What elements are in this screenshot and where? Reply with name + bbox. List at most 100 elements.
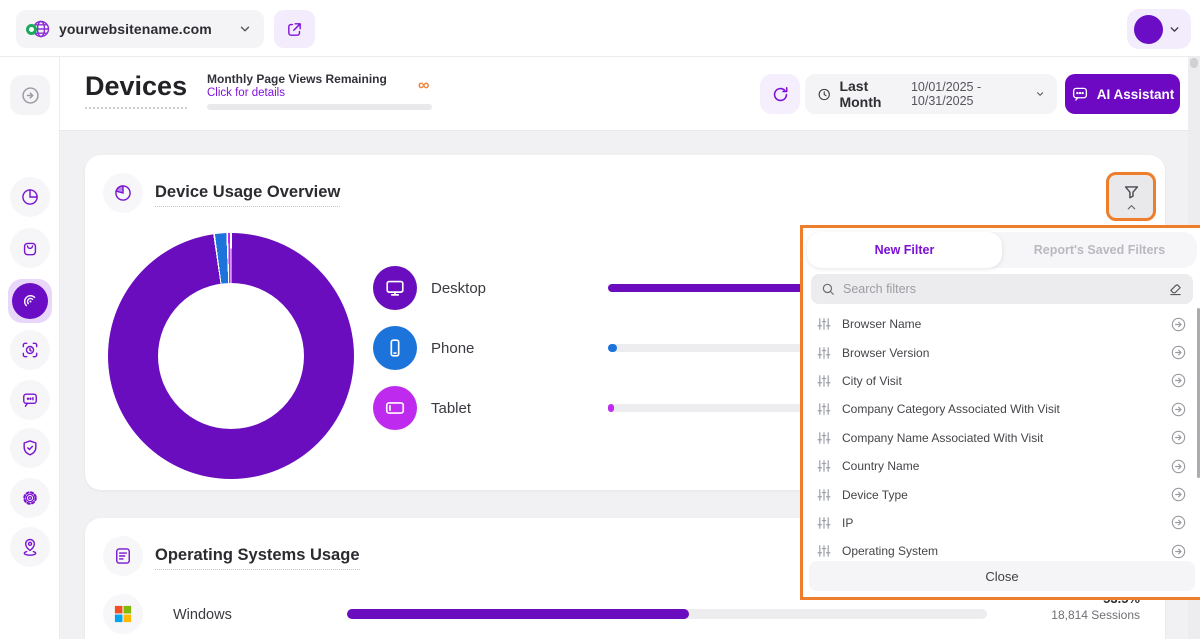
topbar: yourwebsitename.com (0, 0, 1200, 57)
windows-logo-icon (114, 605, 132, 623)
funnel-icon (1122, 183, 1141, 202)
infinity-value: ∞ (418, 77, 429, 95)
arrow-right-circle-icon[interactable] (1170, 543, 1187, 560)
sidebar (0, 57, 60, 639)
card-icon-circle (103, 173, 143, 213)
arrow-right-circle-icon[interactable] (1170, 429, 1187, 446)
filter-label: Country Name (842, 459, 1159, 473)
arrow-right-circle-icon[interactable] (1170, 344, 1187, 361)
filter-search (811, 274, 1193, 304)
clock-icon (817, 86, 831, 103)
search-input[interactable] (843, 282, 1160, 296)
search-icon (821, 282, 835, 296)
eraser-icon[interactable] (1168, 282, 1183, 297)
sidebar-item-location[interactable] (10, 527, 50, 567)
tab-new-filter[interactable]: New Filter (807, 232, 1002, 268)
filter-list: Browser Name Browser Version City of Vis… (805, 310, 1199, 566)
sidebar-item-session-replay[interactable] (10, 330, 50, 370)
sidebar-item-settings[interactable] (10, 478, 50, 518)
page-title: Devices (85, 71, 187, 109)
refresh-icon (771, 85, 790, 104)
arrow-right-circle-icon[interactable] (1170, 401, 1187, 418)
filter-label: Device Type (842, 488, 1159, 502)
account-menu[interactable] (1127, 9, 1191, 49)
sliders-icon (817, 431, 831, 445)
sidebar-item-dashboard[interactable] (10, 177, 50, 217)
filter-list-item[interactable]: City of Visit (805, 367, 1199, 395)
avatar (1134, 15, 1163, 44)
arrow-right-circle-icon[interactable] (1170, 372, 1187, 389)
filter-list-item[interactable]: Company Category Associated With Visit (805, 395, 1199, 423)
card-title: Operating Systems Usage (155, 546, 360, 570)
legend-label: Desktop (431, 280, 486, 297)
windows-logo-circle (103, 594, 143, 634)
sidebar-item-feedback[interactable] (10, 380, 50, 420)
shield-check-icon (20, 438, 40, 458)
legend-label: Phone (431, 340, 474, 357)
filter-toggle-button[interactable] (1106, 172, 1156, 221)
arrow-right-circle-icon[interactable] (1170, 458, 1187, 475)
pie-chart-icon (20, 187, 40, 207)
filter-label: City of Visit (842, 374, 1159, 388)
filter-list-item[interactable]: Browser Version (805, 338, 1199, 366)
globe-icon (28, 19, 50, 39)
legend-label: Tablet (431, 400, 471, 417)
website-selector[interactable]: yourwebsitename.com (16, 10, 264, 48)
sliders-icon (817, 346, 831, 360)
status-dot-icon (26, 24, 37, 35)
map-pin-icon (20, 537, 40, 557)
sidebar-collapse-button[interactable] (10, 75, 50, 115)
os-sessions: 18,814 Sessions (1000, 608, 1140, 622)
filter-list-item[interactable]: Company Name Associated With Visit (805, 424, 1199, 452)
phone-usage-fill (608, 344, 617, 352)
arrow-right-circle-icon[interactable] (1170, 514, 1187, 531)
filter-label: IP (842, 516, 1159, 530)
filter-list-item[interactable]: Browser Name (805, 310, 1199, 338)
os-name: Windows (173, 607, 232, 623)
card-title: Device Usage Overview (155, 183, 340, 207)
website-name: yourwebsitename.com (59, 21, 229, 37)
panel-toggle-icon (20, 85, 41, 106)
filter-panel: New Filter Report's Saved Filters Browse… (800, 225, 1200, 600)
filter-list-item[interactable]: IP (805, 509, 1199, 537)
target-clock-icon (20, 340, 40, 360)
filter-label: Company Category Associated With Visit (842, 402, 1159, 416)
shopping-bag-icon (20, 238, 40, 258)
sliders-icon (817, 488, 831, 502)
os-usage-bar (347, 609, 987, 619)
donut-chart-icon (113, 183, 133, 203)
sliders-icon (817, 459, 831, 473)
refresh-button[interactable] (760, 74, 800, 114)
sliders-icon (817, 544, 831, 558)
ai-assistant-button[interactable]: AI Assistant (1065, 74, 1180, 114)
quota-details-link[interactable]: Click for details (207, 87, 285, 99)
filter-label: Browser Name (842, 317, 1159, 331)
external-link-icon (286, 21, 303, 38)
open-website-button[interactable] (274, 10, 315, 48)
sidebar-item-analytics-active[interactable] (8, 279, 52, 323)
document-list-icon (113, 546, 133, 566)
filter-list-item[interactable]: Country Name (805, 452, 1199, 480)
sidebar-item-security[interactable] (10, 428, 50, 468)
quota-label: Monthly Page Views Remaining (207, 72, 387, 86)
filter-close-button[interactable]: Close (809, 561, 1195, 591)
chevron-down-icon (238, 22, 252, 36)
sliders-icon (817, 374, 831, 388)
gear-icon (20, 488, 40, 508)
tablet-icon (373, 386, 417, 430)
os-usage-fill (347, 609, 689, 619)
arrow-right-circle-icon[interactable] (1170, 316, 1187, 333)
card-icon-circle (103, 536, 143, 576)
chat-bubble-icon (20, 390, 40, 410)
arrow-right-circle-icon[interactable] (1170, 486, 1187, 503)
date-range-picker[interactable]: Last Month 10/01/2025 - 10/31/2025 (805, 74, 1057, 114)
page-scrollbar-thumb[interactable] (1190, 58, 1198, 68)
sliders-icon (817, 402, 831, 416)
sidebar-item-ecommerce[interactable] (10, 228, 50, 268)
legend-item-desktop: Desktop (373, 266, 486, 310)
chevron-down-icon (1168, 23, 1181, 36)
filter-list-item[interactable]: Device Type (805, 480, 1199, 508)
tab-saved-filters[interactable]: Report's Saved Filters (1002, 232, 1197, 268)
device-donut-chart[interactable] (108, 233, 354, 479)
sliders-icon (817, 317, 831, 331)
